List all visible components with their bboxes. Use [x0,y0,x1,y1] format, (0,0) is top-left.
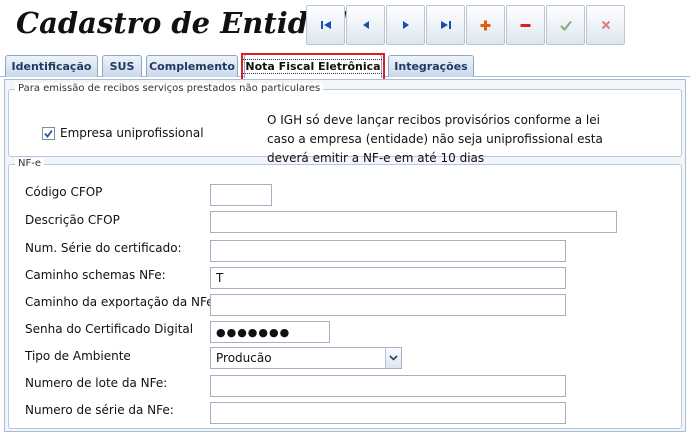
uniprofessional-checkbox-row[interactable]: Empresa uniprofissional [42,126,204,140]
cfop-code-input[interactable] [210,184,272,206]
tab-label: Identificação [11,60,92,73]
serial-number-input[interactable] [210,402,566,424]
export-path-label: Caminho da exportação da NFe [25,295,214,309]
serial-number-label: Numero de série da NFe: [25,403,174,417]
nfe-legend: NF-e [15,158,44,169]
tab-label: Nota Fiscal Eletrônica [242,59,384,74]
dropdown-arrow[interactable] [385,348,401,368]
note-line: caso a empresa (entidade) não seja unipr… [267,132,603,146]
environment-label: Tipo de Ambiente [25,349,131,363]
environment-value: Producão [216,351,272,365]
cfop-description-label: Descrição CFOP [25,213,120,227]
receipts-group: Para emissão de recibos serviços prestad… [8,83,682,165]
cancel-button[interactable] [586,5,625,45]
window-header: Cadastro de Entidades [0,0,690,53]
schemas-path-input[interactable]: T [210,267,566,289]
check-icon [559,20,572,31]
receipts-legend: Para emissão de recibos serviços prestad… [15,83,324,94]
next-record-icon [402,21,409,29]
previous-record-button[interactable] [346,5,385,45]
cert-password-input[interactable]: ●●●●●●● [210,321,330,343]
export-path-input[interactable] [210,294,566,316]
environment-select[interactable]: Producão [210,347,402,369]
cert-password-label: Senha do Certificado Digital [25,322,194,336]
last-record-icon [440,21,451,29]
minus-icon [520,23,531,27]
previous-record-icon [362,21,369,29]
tab-bar: Identificação SUS Complemento Nota Fisca… [0,53,690,78]
first-record-icon [320,21,331,29]
next-record-button[interactable] [386,5,425,45]
tab-label: SUS [109,60,135,73]
schemas-path-label: Caminho schemas NFe: [25,268,166,282]
cfop-code-label: Código CFOP [25,185,103,199]
cfop-description-input[interactable] [210,211,617,233]
chevron-down-icon [389,355,398,361]
confirm-button[interactable] [546,5,585,45]
remove-record-button[interactable] [506,5,545,45]
tab-label: Integrações [394,60,468,73]
receipts-note: O IGH só deve lançar recibos provisórios… [267,111,627,168]
cert-serial-label: Num. Série do certificado: [25,241,182,255]
tab-nota-fiscal-eletronica[interactable]: Nota Fiscal Eletrônica [242,54,384,78]
uniprofessional-checkbox[interactable] [42,126,55,140]
last-record-button[interactable] [426,5,465,45]
tab-label: Complemento [149,60,235,73]
plus-icon [480,20,491,30]
close-icon [601,20,610,30]
tab-integracoes[interactable]: Integrações [388,55,474,77]
uniprofessional-label: Empresa uniprofissional [60,126,204,140]
cert-serial-input[interactable] [210,240,566,262]
check-icon [44,129,53,138]
tab-complemento[interactable]: Complemento [146,55,238,77]
first-record-button[interactable] [306,5,345,45]
tab-identificacao[interactable]: Identificação [5,55,98,77]
add-record-button[interactable] [466,5,505,45]
note-line: O IGH só deve lançar recibos provisórios… [267,113,600,127]
tab-sus[interactable]: SUS [102,55,142,77]
batch-number-label: Numero de lote da NFe: [25,376,168,390]
batch-number-input[interactable] [210,375,566,397]
